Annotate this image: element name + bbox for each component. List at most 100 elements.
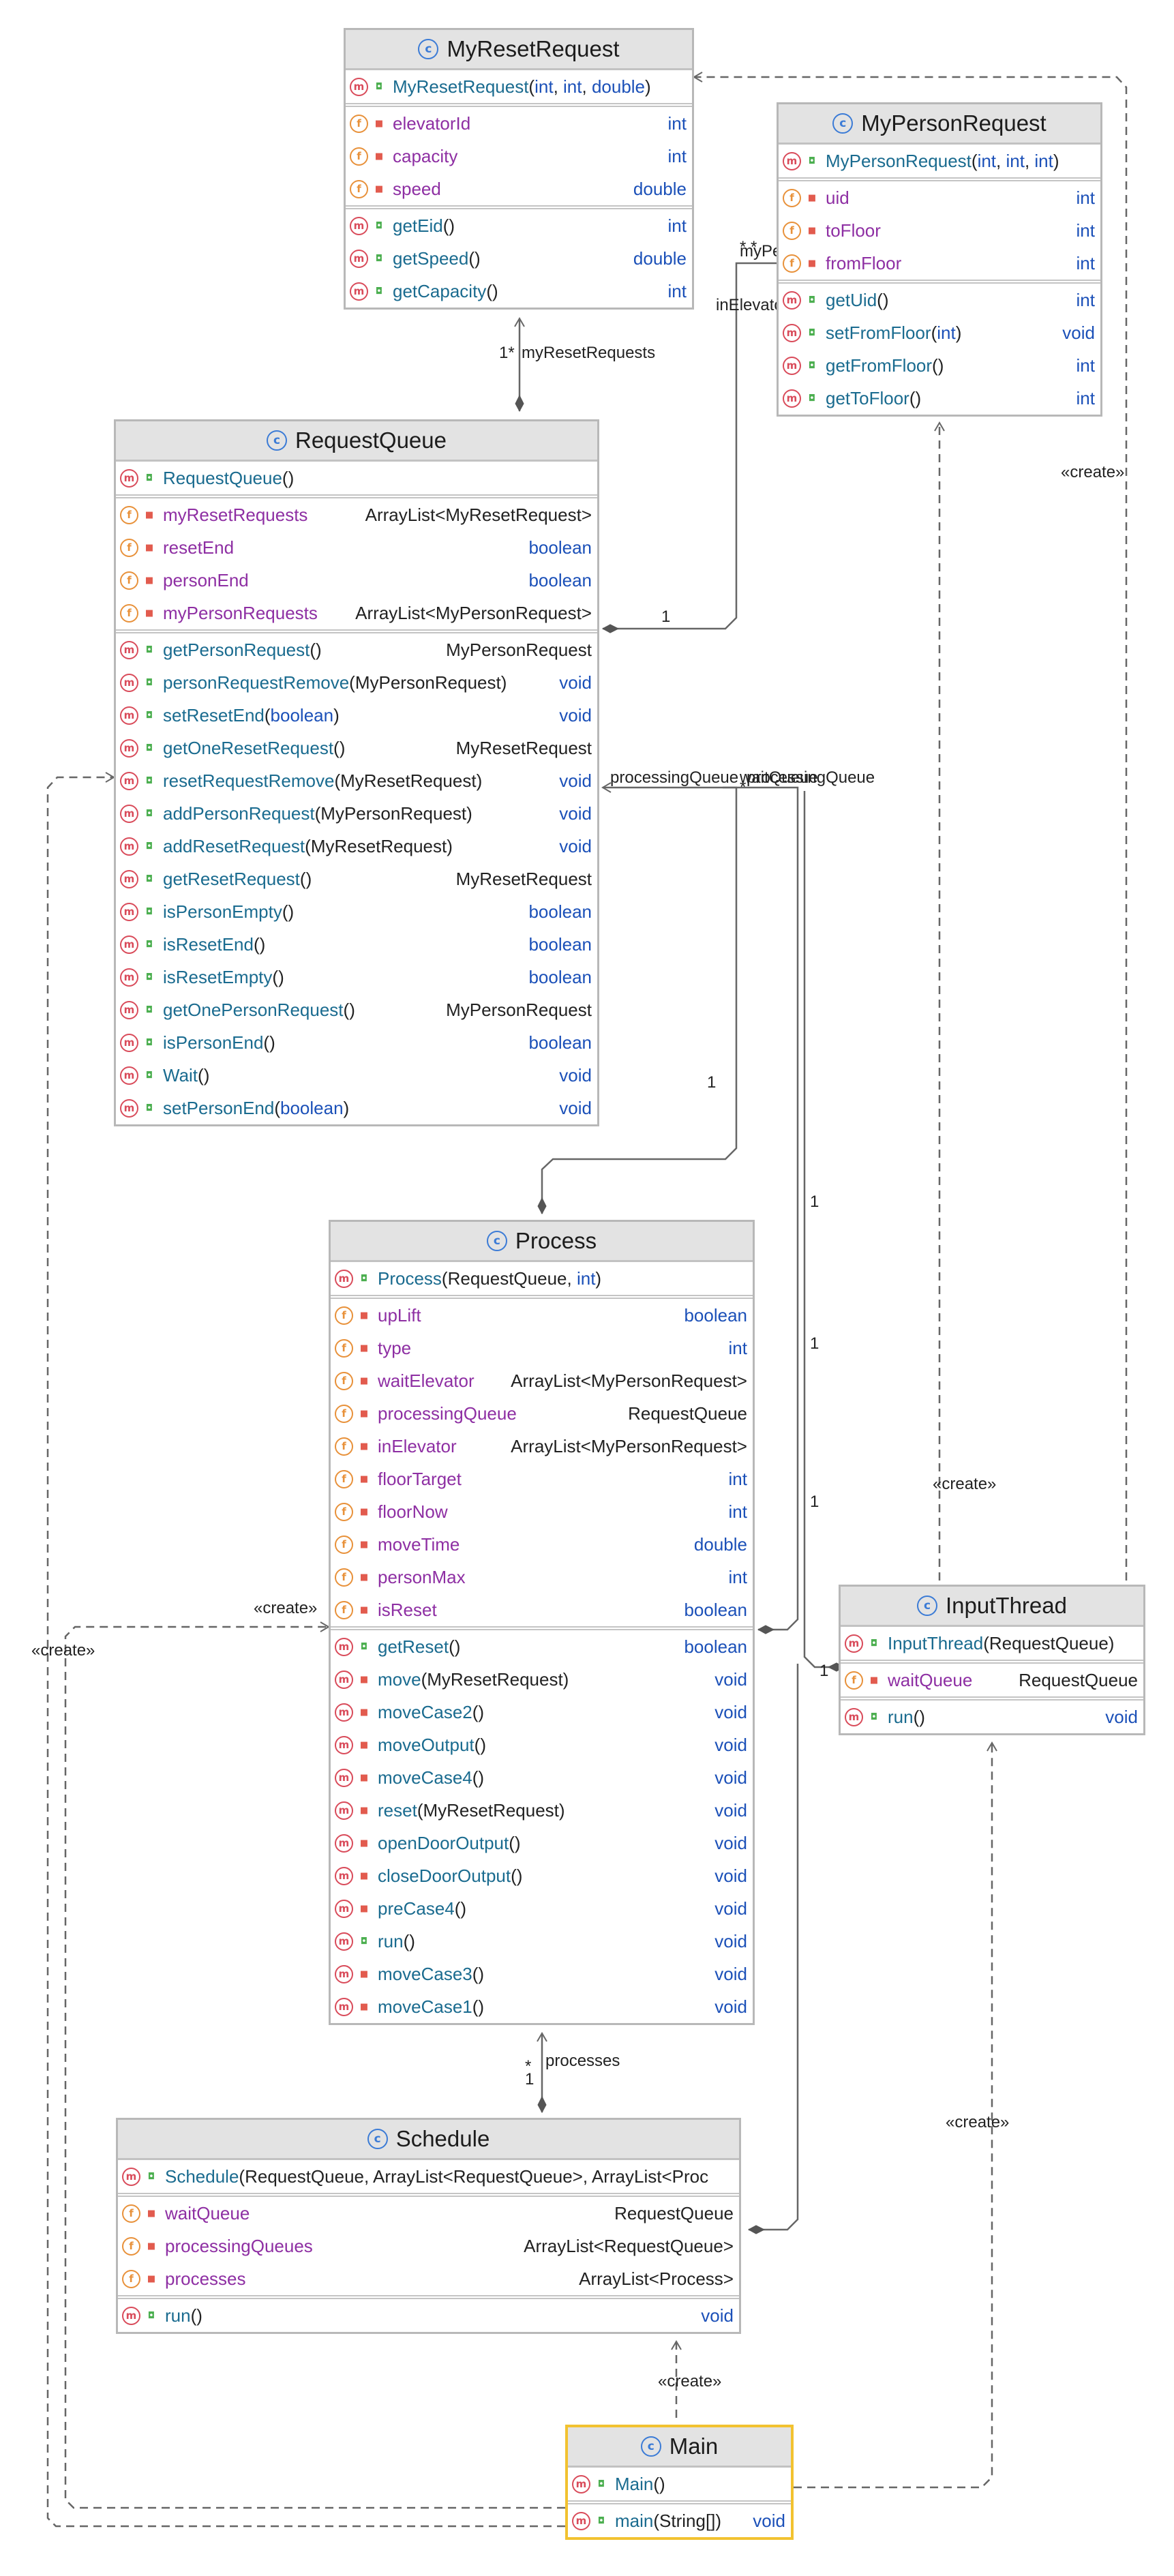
- class-box-schedule[interactable]: c Schedule m ◘ Schedule (RequestQueue, ArrayL…: [116, 2118, 741, 2334]
- lock-icon: ■: [145, 575, 154, 586]
- member-type: void: [714, 1865, 747, 1886]
- field-row-processes[interactable]: f ■ processes ArrayList<Process>: [118, 2262, 739, 2295]
- method-row-schedule[interactable]: m ◘ Schedule (RequestQueue, ArrayList<Reque…: [118, 2160, 739, 2193]
- method-row-get-from-floor[interactable]: m ◘ getFromFloor() int: [779, 349, 1100, 382]
- method-row-add-reset-request[interactable]: m ◘ addResetRequest (MyResetRequest) void: [116, 830, 597, 863]
- edge-label-create: «create»: [254, 1599, 317, 1617]
- field-row-wait-elevator[interactable]: f ■ waitElevator ArrayList<MyPersonRequest>: [331, 1364, 753, 1397]
- f-circle-icon: f: [350, 147, 368, 166]
- method-row-move-case4[interactable]: m ■ moveCase4() void: [331, 1761, 753, 1794]
- method-row-move-output[interactable]: m ■ moveOutput() void: [331, 1728, 753, 1761]
- member-args: (int, int, double): [528, 76, 651, 97]
- field-row-move-time[interactable]: f ■ moveTime double: [331, 1528, 753, 1561]
- member-args: (String[]): [653, 2510, 722, 2531]
- field-row-capacity[interactable]: f ■ capacity int: [346, 140, 692, 173]
- method-row-move-case1[interactable]: m ■ moveCase1() void: [331, 1990, 753, 2023]
- class-box-main[interactable]: c Main m ◘ Main() m ◘ main (String[]) void: [565, 2425, 794, 2540]
- method-row-reset[interactable]: m ■ reset (MyResetRequest) void: [331, 1794, 753, 1827]
- class-box-myresetrequest[interactable]: c MyResetRequest m ◘ MyResetRequest (int, int…: [344, 28, 694, 310]
- method-row-request-queue[interactable]: m ◘ RequestQueue(): [116, 462, 597, 494]
- method-row-is-reset-empty[interactable]: m ◘ isResetEmpty() boolean: [116, 961, 597, 993]
- method-row-get-speed[interactable]: m ◘ getSpeed() double: [346, 242, 692, 275]
- method-row-main[interactable]: m ◘ main (String[]) void: [568, 2504, 791, 2537]
- arg-type: RequestQueue: [989, 1632, 1109, 1653]
- arg-type: int: [576, 1268, 596, 1289]
- method-row-get-one-person-request[interactable]: m ◘ getOnePersonRequest() MyPersonRequest: [116, 993, 597, 1026]
- member-name: toFloor: [826, 220, 881, 241]
- method-row-my-person-request[interactable]: m ◘ MyPersonRequest (int, int, int): [779, 145, 1100, 177]
- lock-icon: ■: [807, 258, 817, 269]
- method-row-run[interactable]: m ◘ run() void: [118, 2299, 739, 2332]
- method-row-move[interactable]: m ■ move (MyResetRequest) void: [331, 1663, 753, 1696]
- field-row-up-lift[interactable]: f ■ upLift boolean: [331, 1299, 753, 1332]
- method-row-get-reset[interactable]: m ◘ getReset() boolean: [331, 1630, 753, 1663]
- field-row-type[interactable]: f ■ type int: [331, 1332, 753, 1364]
- field-row-to-floor[interactable]: f ■ toFloor int: [779, 214, 1100, 247]
- lock-icon: ■: [359, 1539, 369, 1550]
- method-row-get-uid[interactable]: m ◘ getUid() int: [779, 284, 1100, 316]
- field-row-reset-end[interactable]: f ■ resetEnd boolean: [116, 531, 597, 564]
- member-type: void: [559, 704, 592, 725]
- edge-waitqueue-inputthread: [803, 791, 844, 1667]
- class-box-requestqueue[interactable]: c RequestQueue m ◘ RequestQueue() f ■ myResetRe…: [114, 419, 599, 1126]
- method-row-get-to-floor[interactable]: m ◘ getToFloor() int: [779, 382, 1100, 415]
- method-row-move-case3[interactable]: m ■ moveCase3() void: [331, 1958, 753, 1990]
- multiplicity-label: *: [525, 2057, 531, 2076]
- field-row-person-max[interactable]: f ■ personMax int: [331, 1561, 753, 1593]
- method-row-set-person-end[interactable]: m ◘ setPersonEnd (boolean) void: [116, 1092, 597, 1124]
- f-circle-icon: f: [335, 1502, 353, 1521]
- method-row-is-person-empty[interactable]: m ◘ isPersonEmpty() boolean: [116, 895, 597, 928]
- member-name: moveCase3: [378, 1963, 472, 1984]
- unlock-icon: ◘: [145, 873, 153, 884]
- method-row-get-capacity[interactable]: m ◘ getCapacity() int: [346, 275, 692, 308]
- field-row-uid[interactable]: f ■ uid int: [779, 181, 1100, 214]
- method-row-open-door-output[interactable]: m ■ openDoorOutput() void: [331, 1827, 753, 1859]
- field-row-elevator-id[interactable]: f ■ elevatorId int: [346, 107, 692, 140]
- field-row-is-reset[interactable]: f ■ isReset boolean: [331, 1593, 753, 1626]
- class-box-inputthread[interactable]: c InputThread m ◘ InputThread (RequestQueue) f…: [839, 1585, 1145, 1735]
- method-row-close-door-output[interactable]: m ■ closeDoorOutput() void: [331, 1859, 753, 1892]
- method-row-reset-request-remove[interactable]: m ◘ resetRequestRemove (MyResetRequest) void: [116, 764, 597, 797]
- method-row-wait[interactable]: m ◘ Wait() void: [116, 1059, 597, 1092]
- m-circle-icon: m: [783, 151, 801, 170]
- method-row-is-person-end[interactable]: m ◘ isPersonEnd() boolean: [116, 1026, 597, 1059]
- class-name: Process: [515, 1228, 597, 1253]
- method-row-get-person-request[interactable]: m ◘ getPersonRequest() MyPersonRequest: [116, 633, 597, 666]
- method-row-input-thread[interactable]: m ◘ InputThread (RequestQueue): [841, 1627, 1143, 1660]
- unlock-icon: ◘: [808, 327, 816, 338]
- field-row-floor-now[interactable]: f ■ floorNow int: [331, 1495, 753, 1528]
- field-row-floor-target[interactable]: f ■ floorTarget int: [331, 1463, 753, 1495]
- method-row-main[interactable]: m ◘ Main(): [568, 2468, 791, 2500]
- member-args: (): [472, 1963, 485, 1984]
- method-row-add-person-request[interactable]: m ◘ addPersonRequest (MyPersonRequest) void: [116, 797, 597, 830]
- method-row-get-reset-request[interactable]: m ◘ getResetRequest() MyResetRequest: [116, 863, 597, 895]
- method-row-run[interactable]: m ◘ run() void: [331, 1925, 753, 1958]
- field-row-my-person-requests[interactable]: f ■ myPersonRequests ArrayList<MyPersonRequ…: [116, 597, 597, 629]
- field-row-in-elevator[interactable]: f ■ inElevator ArrayList<MyPersonRequest>: [331, 1430, 753, 1463]
- method-row-run[interactable]: m ◘ run() void: [841, 1701, 1143, 1733]
- field-row-processing-queue[interactable]: f ■ processingQueue RequestQueue: [331, 1397, 753, 1430]
- field-row-from-floor[interactable]: f ■ fromFloor int: [779, 247, 1100, 280]
- field-row-my-reset-requests[interactable]: f ■ myResetRequests ArrayList<MyResetReques…: [116, 498, 597, 531]
- method-row-person-request-remove[interactable]: m ◘ personRequestRemove (MyPersonRequest) vo…: [116, 666, 597, 699]
- method-row-move-case2[interactable]: m ■ moveCase2() void: [331, 1696, 753, 1728]
- member-args: (MyPersonRequest): [349, 672, 507, 693]
- field-row-speed[interactable]: f ■ speed double: [346, 173, 692, 205]
- method-row-set-reset-end[interactable]: m ◘ setResetEnd (boolean) void: [116, 699, 597, 732]
- field-row-wait-queue[interactable]: f ■ waitQueue RequestQueue: [841, 1664, 1143, 1696]
- field-row-person-end[interactable]: f ■ personEnd boolean: [116, 564, 597, 597]
- class-box-mypersonrequest[interactable]: c MyPersonRequest m ◘ MyPersonRequest (int, i…: [777, 102, 1102, 417]
- member-section-ctor: m ◘ MyResetRequest (int, int, double): [346, 70, 692, 103]
- method-row-my-reset-request[interactable]: m ◘ MyResetRequest (int, int, double): [346, 70, 692, 103]
- method-row-get-one-reset-request[interactable]: m ◘ getOneResetRequest() MyResetRequest: [116, 732, 597, 764]
- method-row-is-reset-end[interactable]: m ◘ isResetEnd() boolean: [116, 928, 597, 961]
- method-row-pre-case4[interactable]: m ■ preCase4() void: [331, 1892, 753, 1925]
- field-row-processing-queues[interactable]: f ■ processingQueues ArrayList<RequestQueue…: [118, 2230, 739, 2262]
- field-row-wait-queue[interactable]: f ■ waitQueue RequestQueue: [118, 2197, 739, 2230]
- unlock-icon: ◘: [375, 286, 383, 297]
- method-row-get-eid[interactable]: m ◘ getEid() int: [346, 209, 692, 242]
- method-row-set-from-floor[interactable]: m ◘ setFromFloor (int) void: [779, 316, 1100, 349]
- class-box-process[interactable]: c Process m ◘ Process (RequestQueue, int) f ■ up…: [329, 1220, 755, 2025]
- member-section-ctor: m ◘ Schedule (RequestQueue, ArrayList<Reque…: [118, 2160, 739, 2193]
- method-row-process[interactable]: m ◘ Process (RequestQueue, int): [331, 1262, 753, 1295]
